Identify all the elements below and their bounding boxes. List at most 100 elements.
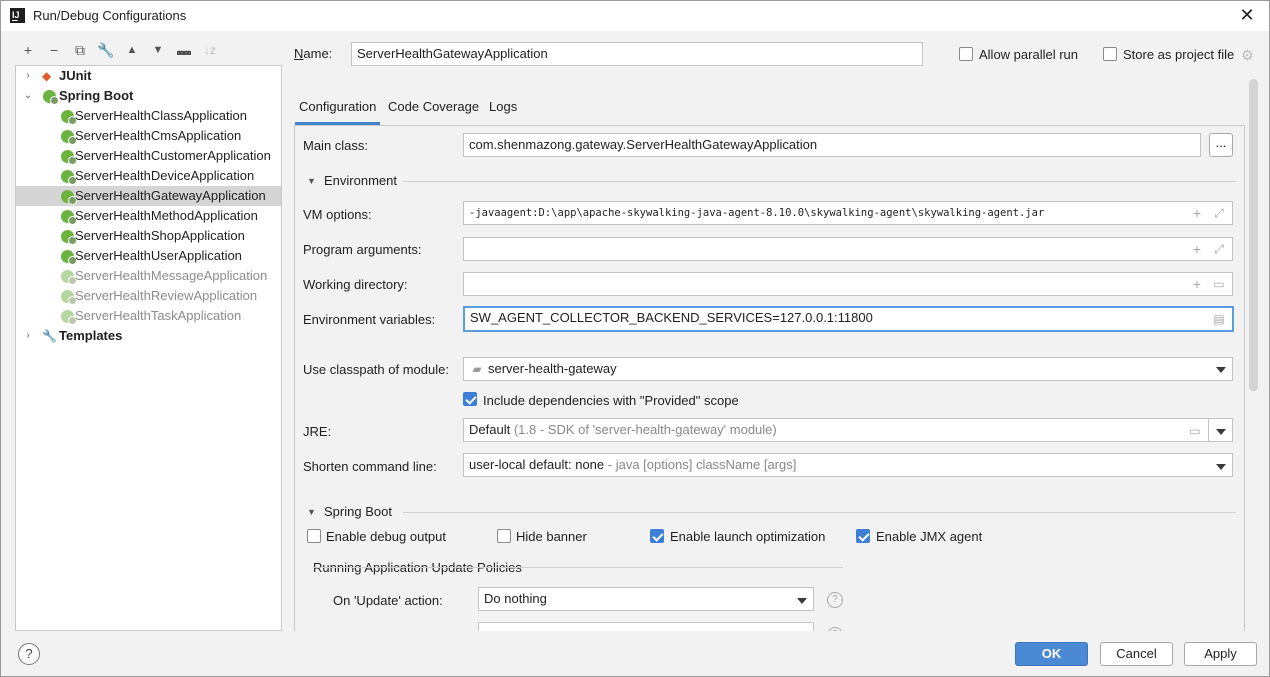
spring-boot-icon [61, 130, 77, 145]
tree-item-app[interactable]: ServerHealthMessageApplication [16, 266, 281, 286]
tab-code-coverage[interactable]: Code Coverage [388, 99, 479, 121]
cancel-button[interactable]: Cancel [1100, 642, 1173, 666]
environment-variables-field[interactable]: SW_AGENT_COLLECTOR_BACKEND_SERVICES=127.… [463, 306, 1234, 332]
chevron-right-icon[interactable]: › [22, 326, 34, 346]
chevron-down-icon[interactable] [1216, 429, 1226, 435]
tree-node-templates[interactable]: › 🔧 Templates [16, 326, 281, 346]
tree-item-app[interactable]: ServerHealthTaskApplication [16, 306, 281, 326]
gear-icon[interactable]: ⚙ [1241, 47, 1254, 64]
combo-divider [1208, 419, 1209, 441]
help-icon[interactable]: ? [827, 627, 843, 631]
tab-logs[interactable]: Logs [489, 99, 517, 121]
minus-icon[interactable]: − [45, 41, 63, 59]
plus-icon[interactable]: + [19, 41, 37, 59]
tree-item-app[interactable]: ServerHealthCmsApplication [16, 126, 281, 146]
include-dependencies-checkbox[interactable] [463, 392, 477, 406]
copy-icon[interactable]: ⧉ [71, 41, 89, 59]
chevron-down-icon[interactable] [797, 598, 807, 604]
tree-item-app[interactable]: ServerHealthDeviceApplication [16, 166, 281, 186]
tree-item-app[interactable]: ServerHealthShopApplication [16, 226, 281, 246]
tree-item-app[interactable]: ServerHealthReviewApplication [16, 286, 281, 306]
name-field[interactable]: ServerHealthGatewayApplication [351, 42, 923, 66]
on-frame-deactivation-select[interactable] [478, 622, 814, 631]
tree-item-label: ServerHealthDeviceApplication [75, 168, 255, 183]
chevron-down-icon[interactable]: ⌄ [22, 86, 34, 106]
spring-boot-icon [61, 170, 77, 185]
folder-icon[interactable]: ▭ [1187, 423, 1203, 439]
vm-options-field[interactable]: -javaagent:D:\app\apache-skywalking-java… [463, 201, 1233, 225]
on-update-select[interactable]: Do nothing [478, 587, 814, 611]
expand-icon[interactable]: ⤢ [1211, 241, 1227, 257]
environment-section-title[interactable]: Environment [324, 173, 397, 188]
spring-boot-icon [61, 290, 77, 305]
window-title: Run/Debug Configurations [33, 8, 187, 23]
arrow-up-icon[interactable]: ▲ [123, 41, 141, 59]
tree-item-app[interactable]: ServerHealthCustomerApplication [16, 146, 281, 166]
folder-icon[interactable]: ▭ [1211, 276, 1227, 292]
expand-plus-icon[interactable]: + [1189, 241, 1205, 257]
configuration-panel: Main class: com.shenmazong.gateway.Serve… [294, 125, 1245, 631]
spring-boot-section-title[interactable]: Spring Boot [324, 504, 392, 519]
store-project-checkbox[interactable] [1103, 47, 1117, 61]
jmx-agent-checkbox[interactable] [856, 529, 870, 543]
tree-item-app[interactable]: ServerHealthMethodApplication [16, 206, 281, 226]
classpath-module-select[interactable]: server-health-gateway [463, 357, 1233, 381]
tree-item-app[interactable]: ServerHealthGatewayApplication [16, 186, 281, 206]
section-divider [403, 512, 1236, 513]
on-update-label: On 'Update' action: [333, 593, 443, 608]
apply-button[interactable]: Apply [1184, 642, 1257, 666]
title-bar: IJ Run/Debug Configurations ✕ [1, 1, 1269, 31]
jre-label: JRE: [303, 424, 332, 439]
working-directory-field[interactable] [463, 272, 1233, 296]
folder-add-icon[interactable]: ▬ [175, 41, 193, 59]
tree-item-label: ServerHealthCustomerApplication [75, 148, 271, 163]
debug-output-label: Enable debug output [326, 529, 446, 544]
jre-value: Default [469, 422, 511, 437]
wrench-icon[interactable]: 🔧 [97, 41, 115, 59]
collapse-triangle-icon[interactable]: ▼ [307, 176, 316, 186]
launch-optimization-checkbox[interactable] [650, 529, 664, 543]
tree-item-app[interactable]: ServerHealthUserApplication [16, 246, 281, 266]
chevron-down-icon[interactable] [1216, 367, 1226, 373]
section-divider [313, 567, 843, 568]
chevron-down-icon[interactable] [1216, 464, 1226, 470]
dialog-window: IJ Run/Debug Configurations ✕ + − ⧉ 🔧 ▲ … [0, 0, 1270, 677]
expand-plus-icon[interactable]: + [1189, 276, 1205, 292]
debug-output-checkbox[interactable] [307, 529, 321, 543]
tree-node-label: Templates [59, 328, 123, 343]
collapse-triangle-icon[interactable]: ▼ [307, 507, 316, 517]
tree-item-app[interactable]: ServerHealthClassApplication [16, 106, 281, 126]
configuration-tree: › ◆ JUnit ⌄ Spring Boot ServerHealthClas… [15, 65, 282, 631]
arrow-down-icon[interactable]: ▼ [149, 41, 167, 59]
shorten-command-line-select[interactable]: user-local default: none - java [options… [463, 453, 1233, 477]
jre-select[interactable]: Default (1.8 - SDK of 'server-health-gat… [463, 418, 1233, 442]
tree-node-junit[interactable]: › ◆ JUnit [16, 66, 281, 86]
spring-boot-icon [61, 270, 77, 285]
shorten-value: user-local default: none [469, 457, 605, 472]
scrollbar[interactable] [1249, 79, 1258, 391]
store-project-label: Store as project file [1123, 47, 1235, 62]
classpath-module-value: server-health-gateway [488, 361, 617, 376]
close-icon[interactable]: ✕ [1237, 5, 1257, 25]
hide-banner-checkbox[interactable] [497, 529, 511, 543]
section-divider [403, 181, 1236, 182]
allow-parallel-checkbox[interactable] [959, 47, 973, 61]
expand-icon[interactable]: ⤢ [1211, 205, 1227, 221]
help-button[interactable]: ? [18, 643, 40, 665]
program-arguments-field[interactable] [463, 237, 1233, 261]
help-icon[interactable]: ? [827, 592, 843, 608]
edit-list-icon[interactable]: ▤ [1211, 311, 1227, 327]
tree-item-label: ServerHealthGatewayApplication [75, 188, 266, 203]
main-class-field[interactable]: com.shenmazong.gateway.ServerHealthGatew… [463, 133, 1201, 157]
browse-main-class-button[interactable]: ... [1209, 133, 1233, 157]
spring-boot-icon [61, 150, 77, 165]
ok-button[interactable]: OK [1015, 642, 1088, 666]
chevron-right-icon[interactable]: › [22, 66, 34, 86]
sort-icon[interactable]: ↓z [201, 41, 219, 59]
wrench-icon: 🔧 [42, 329, 57, 343]
shorten-command-line-label: Shorten command line: [303, 459, 437, 474]
tree-item-label: ServerHealthMessageApplication [75, 268, 268, 283]
tab-configuration[interactable]: Configuration [294, 99, 381, 125]
tree-node-spring-boot[interactable]: ⌄ Spring Boot [16, 86, 281, 106]
expand-plus-icon[interactable]: + [1189, 205, 1205, 221]
